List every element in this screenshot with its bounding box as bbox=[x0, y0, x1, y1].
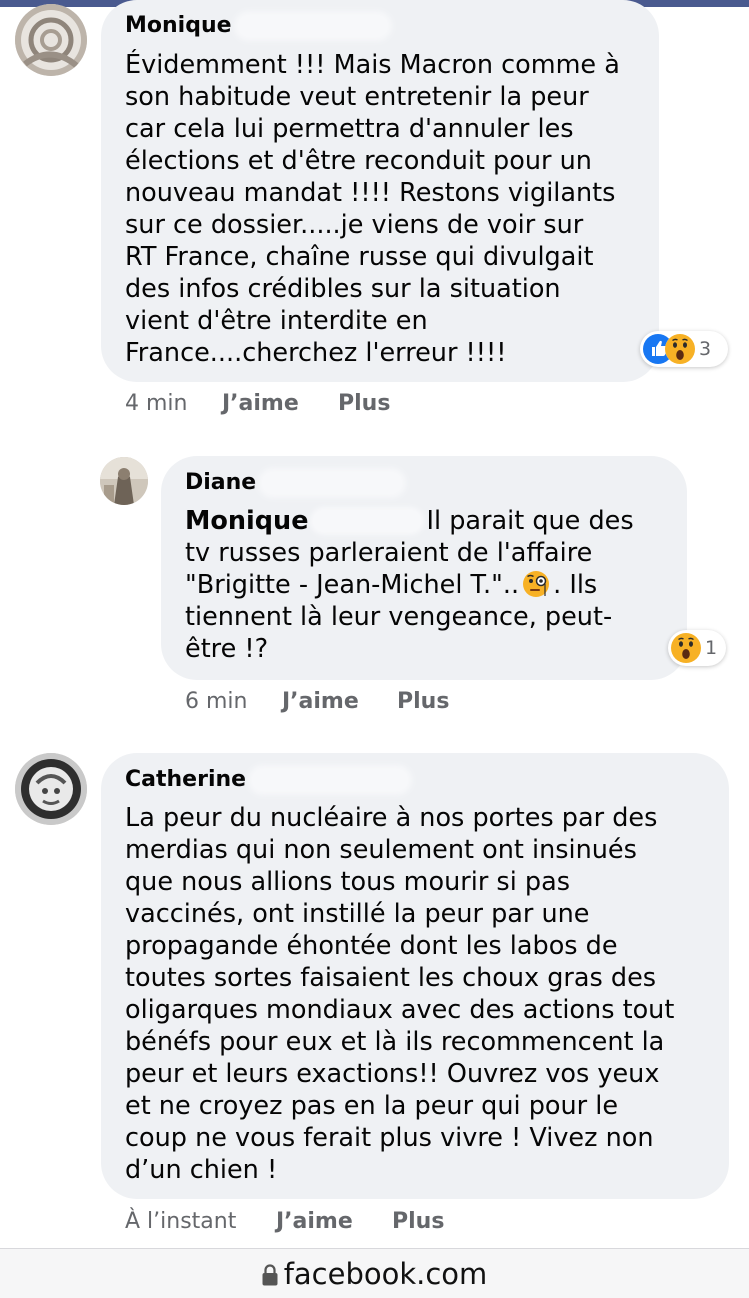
comment-line: La peur du nucléaire à nos portes par de… bbox=[125, 803, 658, 833]
comment-line: coup ne vous ferait plus vivre ! Vivez n… bbox=[125, 1123, 654, 1153]
mention-tag[interactable]: Monique bbox=[185, 506, 309, 536]
like-button[interactable]: J’aime bbox=[222, 391, 299, 417]
timestamp[interactable]: 4 min bbox=[125, 391, 187, 417]
reaction-count: 3 bbox=[699, 338, 712, 360]
comment-line: et ne croyez pas en la peur qui pour le bbox=[125, 1091, 619, 1121]
avatar[interactable] bbox=[100, 457, 148, 505]
timestamp[interactable]: 6 min bbox=[185, 689, 247, 715]
comment-line: des infos crédibles sur la situation bbox=[125, 274, 561, 304]
comment-line: nouveau mandat !!!! Restons vigilants bbox=[125, 178, 616, 208]
comment-text: La peur du nucléaire à nos portes par de… bbox=[125, 802, 674, 1186]
reaction-count: 1 bbox=[705, 637, 718, 659]
redacted-surname bbox=[262, 472, 402, 494]
comment-line: être !? bbox=[185, 634, 269, 664]
comment-line: France....cherchez l'erreur !!!! bbox=[125, 338, 507, 368]
wow-icon bbox=[671, 633, 701, 663]
more-button[interactable]: Plus bbox=[392, 1209, 444, 1235]
author-name[interactable]: Catherine bbox=[125, 767, 246, 793]
comment-line: vient d'être interdite en bbox=[125, 306, 428, 336]
comment-line: peur et leurs exactions!! Ouvrez vos yeu… bbox=[125, 1059, 660, 1089]
comment-text: Évidemment !!! Mais Macron comme à son h… bbox=[125, 49, 620, 369]
comment-line: que nous allions tous mourir si pas bbox=[125, 867, 570, 897]
comment-line: vaccinés, ont instillé la peur par une bbox=[125, 899, 590, 929]
author-name[interactable]: Diane bbox=[185, 470, 256, 496]
timestamp[interactable]: À l’instant bbox=[125, 1209, 236, 1235]
comment-line: oligarques mondiaux avec des actions tou… bbox=[125, 995, 675, 1025]
comment-line: merdias qui non seulement ont insinués bbox=[125, 835, 637, 865]
comment-line: Monique Il parait que des bbox=[185, 505, 634, 537]
comment-line: bénéfs pour eux et là ils recommencent l… bbox=[125, 1027, 665, 1057]
comment-line: propagande éhontée dont les labos de bbox=[125, 931, 618, 961]
author-name[interactable]: Monique bbox=[125, 13, 232, 39]
comment-line: tiennent là leur vengeance, peut- bbox=[185, 602, 613, 632]
redacted-surname bbox=[252, 769, 408, 791]
url-text: facebook.com bbox=[283, 1257, 488, 1291]
like-button[interactable]: J’aime bbox=[276, 1209, 353, 1235]
comment-line: "Brigitte - Jean-Michel T.".. . Ils bbox=[185, 569, 634, 601]
comment-line: élections et d'être reconduit pour un bbox=[125, 146, 592, 176]
reaction-summary[interactable]: 3 bbox=[640, 331, 728, 367]
comment-line: d’un chien ! bbox=[125, 1155, 278, 1185]
comment-line: sur ce dossier.....je viens de voir sur bbox=[125, 210, 584, 240]
comment-line: car cela lui permettra d'annuler les bbox=[125, 114, 574, 144]
address-display[interactable]: facebook.com bbox=[0, 1257, 749, 1291]
like-button[interactable]: J’aime bbox=[282, 689, 359, 715]
more-button[interactable]: Plus bbox=[338, 391, 390, 417]
reaction-summary[interactable]: 1 bbox=[668, 630, 726, 666]
comment-text: Monique Il parait que des tv russes parle… bbox=[185, 505, 634, 665]
comment-line: toutes sortes faisaient les choux gras d… bbox=[125, 963, 657, 993]
more-button[interactable]: Plus bbox=[397, 689, 449, 715]
redacted-mention-surname bbox=[312, 510, 421, 532]
comment-line: RT France, chaîne russe qui divulgait bbox=[125, 242, 594, 272]
wow-icon bbox=[665, 334, 695, 364]
lock-icon bbox=[262, 1259, 278, 1286]
comment-line-part: . Ils bbox=[553, 570, 598, 600]
comment-line: son habitude veut entretenir la peur bbox=[125, 82, 589, 112]
comment-line-part: "Brigitte - Jean-Michel T.".. bbox=[185, 570, 520, 600]
browser-address-bar[interactable]: facebook.com bbox=[0, 1248, 749, 1298]
avatar[interactable] bbox=[15, 4, 87, 76]
comment-line-rest: Il parait que des bbox=[426, 506, 634, 536]
redacted-surname bbox=[238, 15, 388, 37]
face-with-monocle-icon bbox=[521, 569, 551, 599]
comment-line: tv russes parleraient de l'affaire bbox=[185, 538, 593, 568]
comment-line: Évidemment !!! Mais Macron comme à bbox=[125, 50, 620, 80]
avatar[interactable] bbox=[15, 753, 87, 825]
